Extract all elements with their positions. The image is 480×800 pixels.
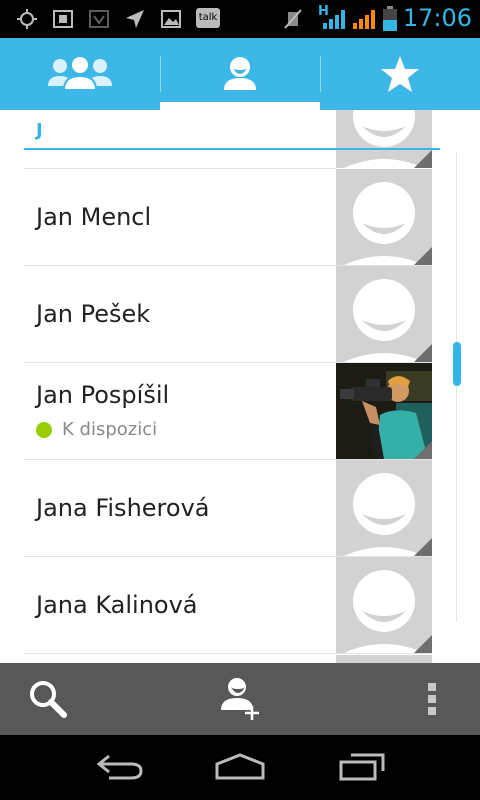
android-icon <box>89 10 109 28</box>
contact-name: Jan Mencl <box>36 203 152 231</box>
signal-icon <box>353 10 375 29</box>
contact-presence: K dispozici <box>36 419 157 440</box>
scrollbar-track <box>456 152 457 622</box>
home-icon <box>215 753 265 780</box>
contact-row[interactable]: Jan Pešek <box>24 266 432 363</box>
contact-name: Jana Fisherová <box>36 494 210 522</box>
contact-photo[interactable] <box>336 557 432 653</box>
contact-photo[interactable] <box>336 169 432 265</box>
back-button[interactable] <box>90 747 150 787</box>
tab-contacts[interactable] <box>160 38 320 110</box>
talk-icon: talk <box>196 8 220 28</box>
contact-row[interactable]: Jana Kalinová <box>24 557 432 654</box>
talk-label: talk <box>198 12 218 23</box>
tab-groups[interactable] <box>0 38 160 110</box>
contact-name: Jan Pospíšil <box>36 381 170 409</box>
gps-icon <box>17 9 37 29</box>
signal-icon <box>323 10 345 29</box>
location-arrow-icon <box>126 10 144 28</box>
presence-label: K dispozici <box>62 419 158 440</box>
star-icon <box>381 56 419 92</box>
tab-favorites[interactable] <box>320 38 480 110</box>
navigation-bar <box>0 735 480 800</box>
status-bar: talk H 17:06 <box>0 0 480 38</box>
action-bar <box>0 663 480 735</box>
person-icon <box>224 57 256 90</box>
screenshot-icon <box>53 10 73 28</box>
mute-icon <box>284 9 302 29</box>
contact-photo-partial <box>336 655 432 663</box>
section-header: J <box>24 110 440 150</box>
battery-icon <box>383 6 397 31</box>
overflow-menu-button[interactable] <box>404 663 460 735</box>
recent-apps-icon <box>339 753 385 781</box>
contact-row[interactable]: Jan Pospíšil K dispozici <box>24 363 432 460</box>
contact-row[interactable]: Jan Mencl <box>24 169 432 266</box>
section-letter: J <box>36 120 43 141</box>
contact-photo[interactable] <box>336 266 432 362</box>
recent-apps-button[interactable] <box>332 747 392 787</box>
add-contact-button[interactable] <box>200 663 284 735</box>
contact-photo[interactable] <box>336 460 432 556</box>
contact-row[interactable]: Jana Fisherová <box>24 460 432 557</box>
add-contact-icon <box>221 678 259 720</box>
scrollbar-thumb[interactable] <box>453 342 461 386</box>
tab-selected-indicator <box>160 102 320 110</box>
contact-photo[interactable] <box>336 363 432 459</box>
groups-icon <box>48 55 112 91</box>
search-button[interactable] <box>0 663 96 735</box>
overflow-menu-icon <box>428 683 436 715</box>
back-icon <box>96 754 143 780</box>
home-button[interactable] <box>210 747 270 787</box>
contact-name: Jan Pešek <box>36 300 151 328</box>
contact-list[interactable]: J Jan Mencl Jan Pešek Jan Pospíšil K dis… <box>0 110 480 663</box>
status-clock: 17:06 <box>402 4 472 32</box>
picture-icon <box>161 10 181 28</box>
contact-name: Jana Kalinová <box>36 591 198 619</box>
search-icon <box>30 681 67 718</box>
presence-available-icon <box>36 421 52 438</box>
tab-bar <box>0 38 480 110</box>
